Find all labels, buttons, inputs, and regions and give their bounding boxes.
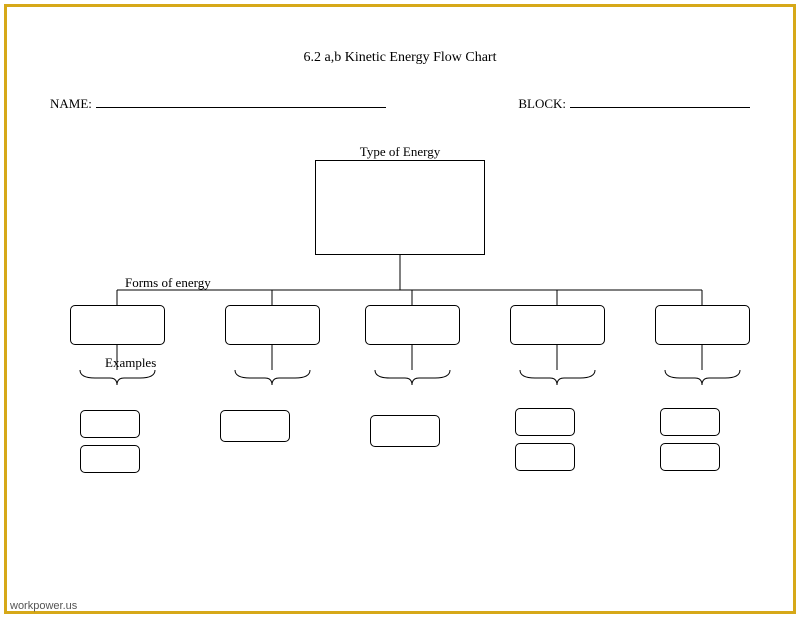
name-field: NAME: xyxy=(50,96,386,112)
form-box-1[interactable] xyxy=(70,305,165,345)
block-input-line[interactable] xyxy=(570,96,750,108)
watermark: workpower.us xyxy=(10,600,77,612)
block-field: BLOCK: xyxy=(518,96,750,112)
examples-label: Examples xyxy=(105,355,156,371)
example-box-5b[interactable] xyxy=(660,443,720,471)
form-box-2[interactable] xyxy=(225,305,320,345)
form-box-3[interactable] xyxy=(365,305,460,345)
worksheet-page: 6.2 a,b Kinetic Energy Flow Chart NAME: … xyxy=(20,20,780,588)
block-label: BLOCK: xyxy=(518,96,566,112)
type-of-energy-label: Type of Energy xyxy=(360,144,440,160)
example-box-5a[interactable] xyxy=(660,408,720,436)
form-box-5[interactable] xyxy=(655,305,750,345)
example-box-4b[interactable] xyxy=(515,443,575,471)
name-label: NAME: xyxy=(50,96,92,112)
header-row: NAME: BLOCK: xyxy=(50,96,750,112)
example-box-2a[interactable] xyxy=(220,410,290,442)
forms-of-energy-label: Forms of energy xyxy=(125,275,211,291)
name-input-line[interactable] xyxy=(96,96,386,108)
example-box-1a[interactable] xyxy=(80,410,140,438)
example-box-4a[interactable] xyxy=(515,408,575,436)
form-box-4[interactable] xyxy=(510,305,605,345)
page-title: 6.2 a,b Kinetic Energy Flow Chart xyxy=(20,50,780,66)
example-box-3a[interactable] xyxy=(370,415,440,447)
type-of-energy-box[interactable] xyxy=(315,160,485,255)
example-box-1b[interactable] xyxy=(80,445,140,473)
